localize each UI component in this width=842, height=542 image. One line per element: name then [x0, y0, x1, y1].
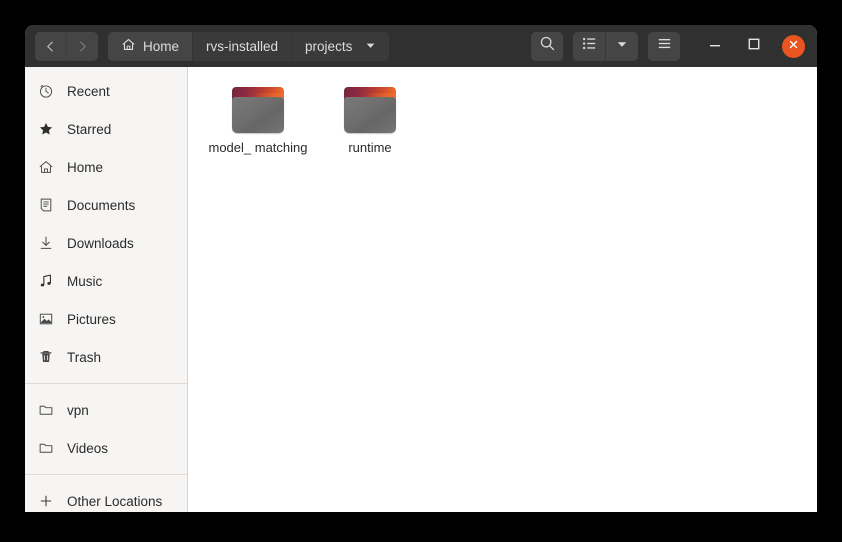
forward-button[interactable] — [66, 31, 98, 61]
sidebar-item-videos[interactable]: Videos — [25, 429, 187, 467]
document-icon — [37, 197, 54, 214]
minimize-button[interactable] — [704, 35, 726, 57]
list-view-button[interactable] — [573, 31, 605, 61]
star-icon — [37, 121, 54, 138]
main-menu-button[interactable] — [648, 31, 680, 61]
file-list-view[interactable]: model_ matching runtime — [188, 67, 817, 512]
clock-icon — [37, 83, 54, 100]
breadcrumb-item-home[interactable]: Home — [108, 31, 193, 61]
close-button[interactable] — [782, 34, 805, 58]
navigation-button-group — [35, 31, 98, 61]
sidebar-item-label: Home — [67, 159, 104, 175]
music-note-icon — [37, 273, 54, 290]
headerbar-left-section: Home rvs-installed projects — [35, 31, 390, 61]
sidebar-item-label: Downloads — [67, 235, 134, 251]
chevron-down-icon[interactable] — [365, 39, 376, 54]
breadcrumb-label: rvs-installed — [206, 38, 279, 54]
sidebar-item-label: Trash — [67, 349, 102, 365]
sidebar-item-vpn[interactable]: vpn — [25, 391, 187, 429]
chevron-down-icon — [616, 37, 628, 55]
breadcrumb-label: projects — [305, 38, 353, 54]
window-controls — [704, 34, 805, 58]
folder-body — [232, 97, 284, 133]
chevron-left-icon — [44, 40, 57, 53]
breadcrumb-item-projects[interactable]: projects — [291, 31, 390, 61]
breadcrumb: Home rvs-installed projects — [108, 31, 390, 61]
sidebar-separator — [25, 383, 187, 384]
home-icon — [37, 159, 54, 176]
sidebar-item-label: Other Locations — [67, 493, 163, 509]
file-item-model-matching[interactable]: model_ matching — [202, 83, 314, 161]
maximize-icon — [747, 37, 761, 56]
sidebar-item-other-locations[interactable]: Other Locations — [25, 482, 187, 512]
folder-icon — [37, 402, 54, 419]
sidebar-item-label: Videos — [67, 440, 109, 456]
trash-icon — [37, 349, 54, 366]
list-view-icon — [581, 35, 598, 57]
sidebar: Recent Starred Home Documents Downloads … — [25, 67, 188, 512]
download-icon — [37, 235, 54, 252]
chevron-right-icon — [76, 40, 89, 53]
sidebar-item-recent[interactable]: Recent — [25, 72, 187, 110]
home-icon — [121, 37, 136, 55]
plus-icon — [37, 493, 54, 510]
close-icon — [788, 37, 799, 55]
search-icon — [539, 35, 556, 57]
minimize-icon — [708, 37, 722, 56]
sidebar-item-label: Documents — [67, 197, 136, 213]
folder-icon — [232, 87, 284, 133]
folder-icon — [37, 440, 54, 457]
file-item-label: runtime — [348, 140, 392, 155]
sidebar-separator — [25, 474, 187, 475]
sidebar-item-label: vpn — [67, 402, 89, 418]
sidebar-item-documents[interactable]: Documents — [25, 186, 187, 224]
back-button[interactable] — [35, 31, 66, 61]
image-icon — [37, 311, 54, 328]
sidebar-item-music[interactable]: Music — [25, 262, 187, 300]
sidebar-item-starred[interactable]: Starred — [25, 110, 187, 148]
sidebar-item-label: Recent — [67, 83, 110, 99]
view-options-dropdown-button[interactable] — [605, 31, 638, 61]
view-mode-group — [573, 31, 638, 61]
hamburger-menu-icon — [656, 35, 673, 57]
file-item-label: model_ matching — [208, 140, 308, 155]
sidebar-item-label: Starred — [67, 121, 112, 137]
file-manager-window: Home rvs-installed projects Recent Starr… — [25, 25, 817, 512]
file-item-runtime[interactable]: runtime — [314, 83, 426, 161]
search-button[interactable] — [531, 31, 563, 61]
breadcrumb-item-rvs-installed[interactable]: rvs-installed — [192, 31, 292, 61]
window-headerbar: Home rvs-installed projects — [25, 25, 817, 67]
folder-icon — [344, 87, 396, 133]
sidebar-item-trash[interactable]: Trash — [25, 338, 187, 376]
sidebar-item-label: Pictures — [67, 311, 116, 327]
breadcrumb-label: Home — [143, 38, 180, 54]
sidebar-item-downloads[interactable]: Downloads — [25, 224, 187, 262]
maximize-button[interactable] — [743, 35, 765, 57]
desktop-background: Home rvs-installed projects Recent Starr… — [0, 0, 842, 542]
headerbar-right-section — [531, 31, 807, 61]
sidebar-item-label: Music — [67, 273, 103, 289]
window-body: Recent Starred Home Documents Downloads … — [25, 67, 817, 512]
sidebar-item-home[interactable]: Home — [25, 148, 187, 186]
sidebar-item-pictures[interactable]: Pictures — [25, 300, 187, 338]
folder-body — [344, 97, 396, 133]
